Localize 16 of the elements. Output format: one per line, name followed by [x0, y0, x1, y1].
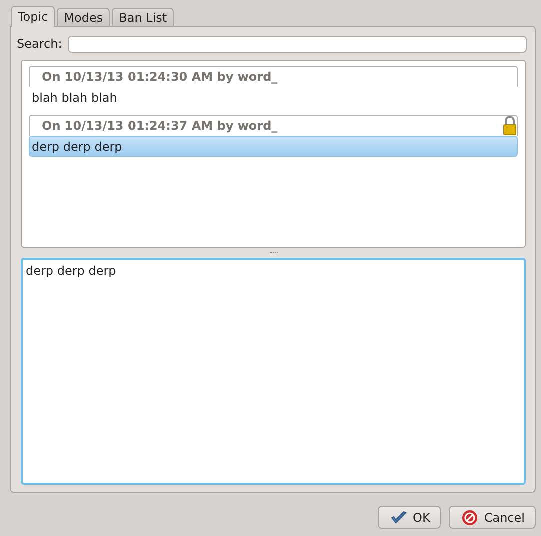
- topic-meta: On 10/13/13 01:24:30 AM by word_: [42, 70, 278, 84]
- search-field[interactable]: [68, 36, 527, 52]
- cancel-icon: [462, 510, 478, 526]
- checkmark-icon: [391, 510, 408, 524]
- splitter-handle[interactable]: [270, 252, 278, 254]
- cancel-button[interactable]: Cancel: [449, 506, 536, 529]
- topic-editor[interactable]: derp derp derp: [21, 258, 526, 485]
- tab[interactable]: Topic: [11, 6, 56, 27]
- ok-button[interactable]: OK: [378, 506, 442, 529]
- search-label: Search:: [17, 37, 62, 51]
- topic-meta: On 10/13/13 01:24:37 AM by word_: [42, 119, 278, 133]
- tab[interactable]: Modes: [57, 8, 110, 26]
- tab[interactable]: Ban List: [112, 8, 174, 26]
- padlock-icon: [503, 116, 517, 136]
- topic-text[interactable]: blah blah blah: [29, 87, 518, 108]
- topic-text[interactable]: derp derp derp: [29, 136, 518, 157]
